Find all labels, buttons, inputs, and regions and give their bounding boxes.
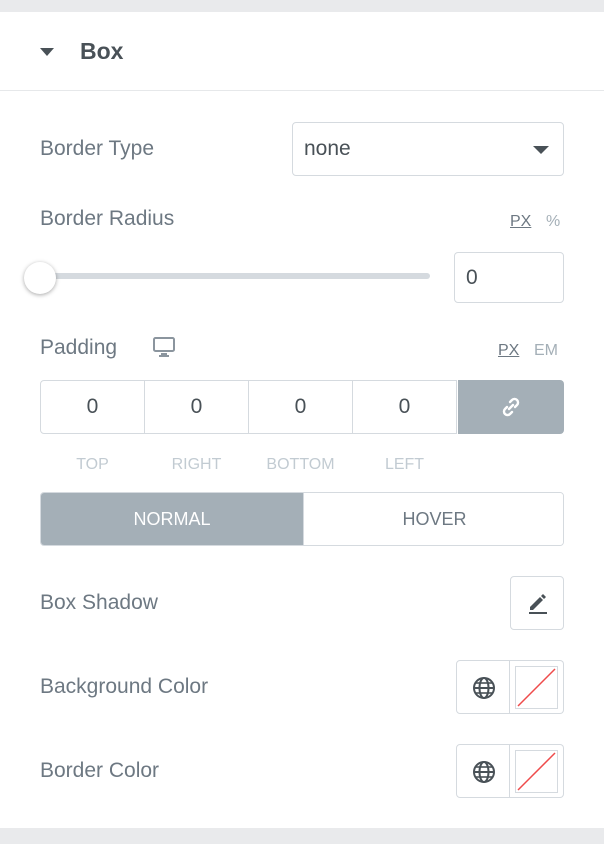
padding-top-input[interactable]: 0 — [40, 380, 145, 434]
border-radius-input[interactable]: 0 — [454, 252, 564, 303]
tab-normal[interactable]: NORMAL — [41, 493, 303, 545]
box-shadow-label: Box Shadow — [40, 591, 158, 614]
link-icon — [502, 397, 520, 417]
border-radius-slider-handle[interactable] — [24, 262, 56, 294]
border-type-select[interactable]: none — [292, 122, 564, 176]
border-radius-label: Border Radius — [40, 207, 175, 230]
border-radius-unit-percent[interactable]: % — [546, 213, 560, 231]
padding-left-value: 0 — [398, 395, 411, 418]
empty-color-swatch — [515, 666, 558, 709]
padding-unit-px[interactable]: PX — [498, 342, 519, 360]
padding-bottom-input[interactable]: 0 — [248, 380, 353, 434]
monitor-icon[interactable] — [152, 336, 176, 363]
state-tabs: NORMAL HOVER — [40, 492, 564, 546]
border-color-label: Border Color — [40, 759, 160, 782]
empty-color-swatch — [515, 750, 558, 793]
border-radius-slider-track[interactable] — [40, 273, 430, 279]
padding-dimensions: 0 0 0 0 — [40, 380, 564, 434]
box-section-header[interactable]: Box — [0, 12, 604, 91]
padding-bottom-label: BOTTOM — [266, 456, 335, 473]
tab-hover[interactable]: HOVER — [303, 493, 563, 545]
padding-label: Padding — [40, 336, 118, 359]
padding-top-label: TOP — [76, 456, 109, 473]
settings-panel: Box Border Type none Border Radius PX % … — [0, 12, 604, 828]
link-values-button[interactable] — [458, 380, 564, 434]
border-type-label: Border Type — [40, 137, 155, 160]
border-color-global-button[interactable] — [456, 744, 510, 798]
background-color-swatch[interactable] — [510, 660, 564, 714]
padding-top-value: 0 — [86, 395, 99, 418]
box-shadow-edit-button[interactable] — [510, 576, 564, 630]
background-color-label: Background Color — [40, 675, 209, 698]
padding-bottom-value: 0 — [294, 395, 307, 418]
padding-unit-em[interactable]: EM — [534, 342, 558, 360]
border-radius-unit-px[interactable]: PX — [510, 213, 531, 231]
padding-left-input[interactable]: 0 — [352, 380, 457, 434]
pencil-icon — [529, 594, 547, 614]
padding-right-input[interactable]: 0 — [144, 380, 249, 434]
caret-down-icon[interactable] — [40, 48, 54, 56]
section-title: Box — [80, 38, 124, 64]
padding-left-label: LEFT — [384, 456, 425, 473]
globe-icon — [473, 761, 495, 783]
padding-right-label: RIGHT — [171, 456, 222, 473]
border-color-swatch[interactable] — [510, 744, 564, 798]
chevron-down-icon — [533, 146, 549, 154]
globe-icon — [473, 677, 495, 699]
background-color-global-button[interactable] — [456, 660, 510, 714]
border-type-value: none — [304, 137, 351, 160]
border-radius-value: 0 — [466, 266, 478, 289]
padding-right-value: 0 — [190, 395, 203, 418]
